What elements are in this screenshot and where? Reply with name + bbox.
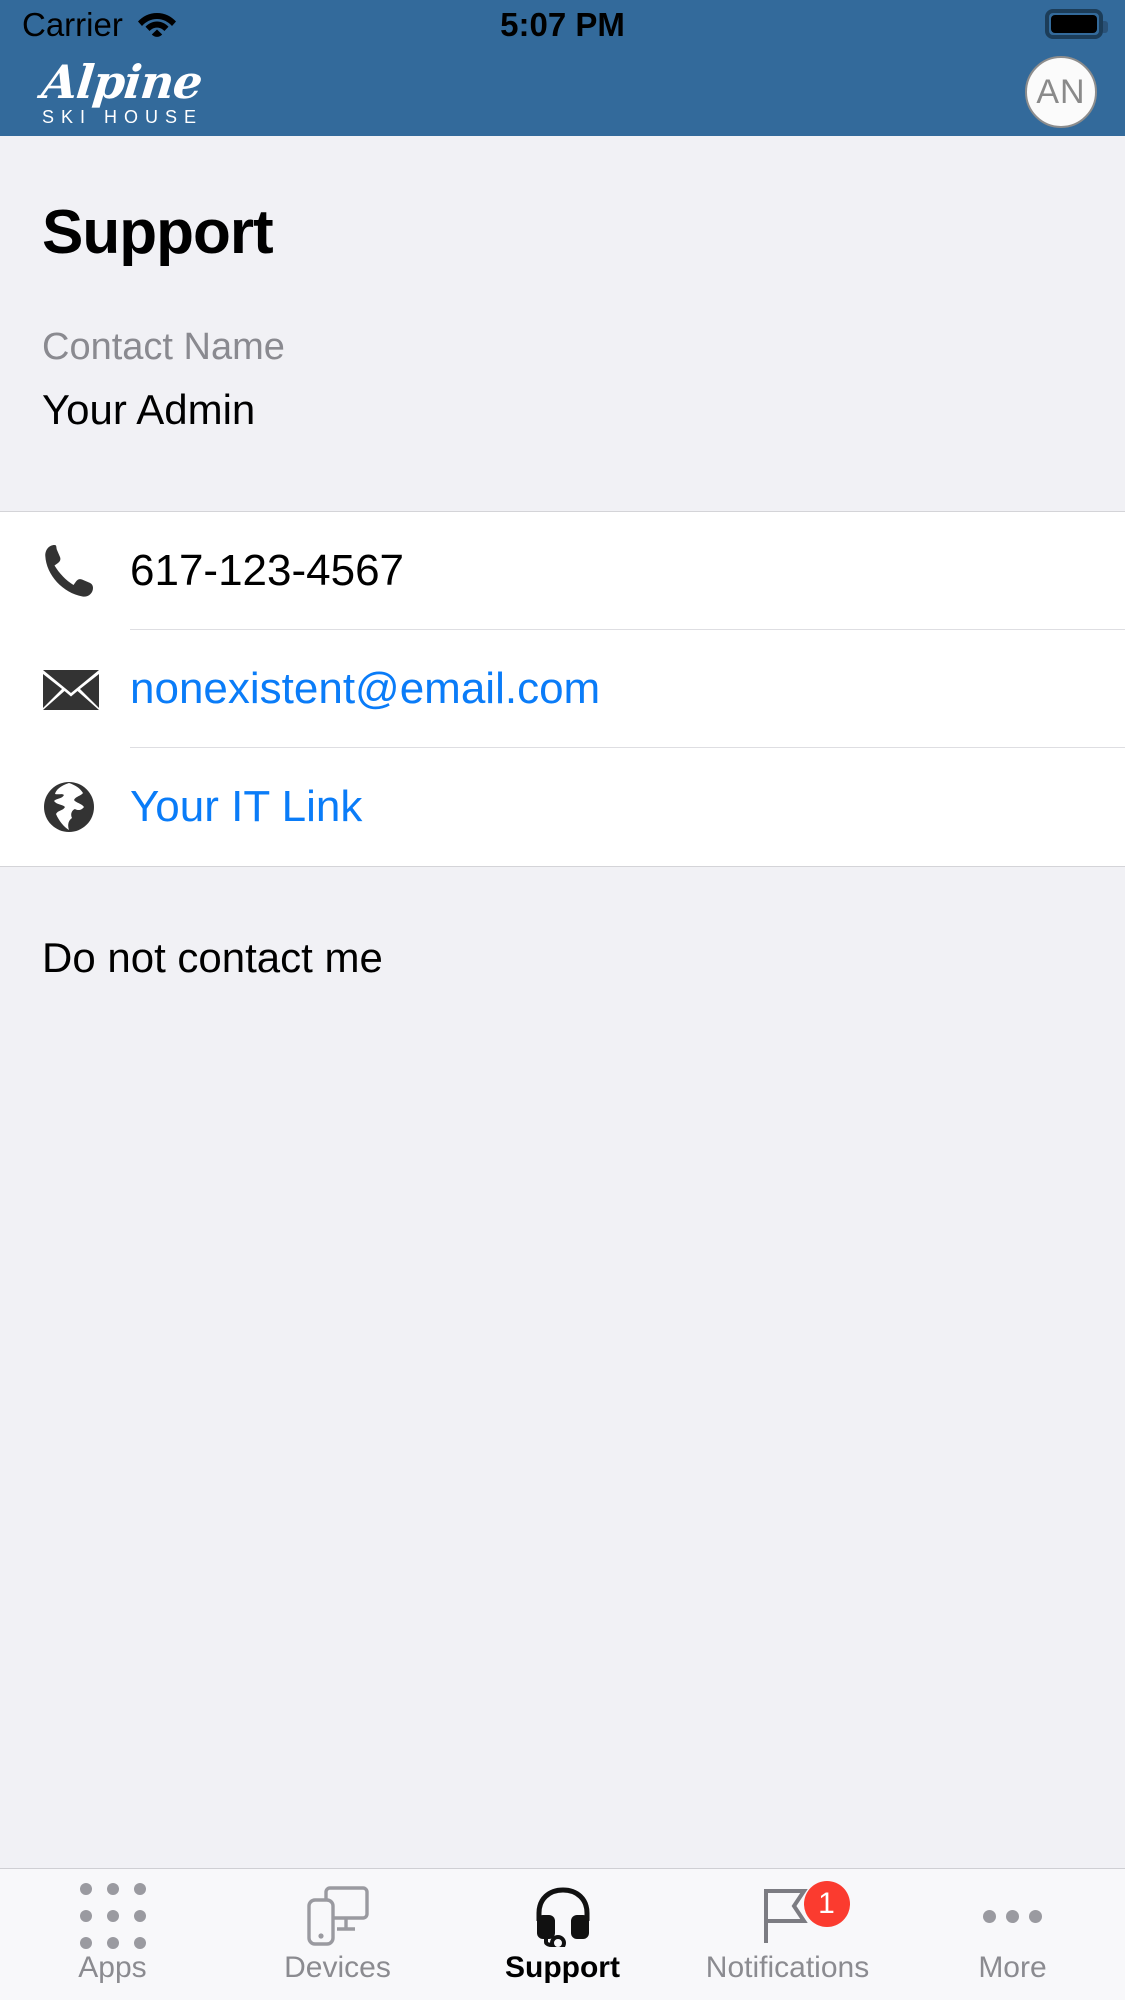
ellipsis-icon: [983, 1885, 1042, 1947]
flag-icon: 1: [756, 1881, 850, 1947]
contact-name-label: Contact Name: [42, 326, 285, 369]
globe-icon: [42, 780, 130, 834]
phone-number-value[interactable]: 617-123-4567: [130, 546, 404, 595]
page-content: Support Contact Name Your Admin 617-123-…: [0, 136, 1125, 1868]
tab-notifications[interactable]: 1 Notifications: [675, 1869, 900, 2000]
contact-name-value: Your Admin: [42, 385, 256, 433]
headset-icon: [533, 1885, 593, 1947]
battery-fill: [1051, 15, 1097, 33]
app-root: Carrier 5:07 PM Alpine SKI HOUSE AN Supp…: [0, 0, 1125, 2000]
brand-logo-script: Alpine: [39, 54, 205, 109]
contact-name-field: Contact Name Your Admin: [0, 265, 1125, 435]
status-bar-clock: 5:07 PM: [500, 5, 625, 43]
website-link[interactable]: Your IT Link: [130, 782, 362, 831]
nav-bar: Alpine SKI HOUSE AN: [0, 48, 1125, 136]
tab-bar: Apps Devices Support 1 Notifications Mor…: [0, 1868, 1125, 2000]
contact-row-website[interactable]: Your IT Link: [0, 748, 1125, 866]
apps-grid-icon: [79, 1883, 146, 1949]
tab-more[interactable]: More: [900, 1869, 1125, 2000]
contact-methods-card: 617-123-4567 nonexistent@email.com Your …: [0, 511, 1125, 868]
status-bar-right: [1045, 9, 1108, 39]
envelope-icon: [42, 667, 130, 711]
devices-icon: [306, 1885, 370, 1947]
battery-full-icon: [1045, 9, 1108, 39]
tab-apps[interactable]: Apps: [0, 1869, 225, 2000]
do-not-contact-label[interactable]: Do not contact me: [42, 933, 1083, 983]
brand-logo-subtitle: SKI HOUSE: [42, 106, 204, 127]
do-not-contact-section: Do not contact me: [0, 867, 1125, 1868]
avatar[interactable]: AN: [1025, 56, 1097, 128]
tab-apps-label: Apps: [78, 1951, 147, 1984]
phone-icon: [42, 542, 130, 600]
tab-devices[interactable]: Devices: [225, 1869, 450, 2000]
status-bar: Carrier 5:07 PM: [0, 0, 1125, 48]
avatar-initials: AN: [1036, 72, 1086, 111]
notifications-badge: 1: [803, 1881, 850, 1927]
tab-support[interactable]: Support: [450, 1869, 675, 2000]
contact-row-phone[interactable]: 617-123-4567: [0, 512, 1125, 631]
page-title: Support: [42, 198, 274, 267]
tab-notifications-label: Notifications: [705, 1951, 870, 1984]
brand-logo[interactable]: Alpine SKI HOUSE: [39, 54, 205, 127]
tab-support-label: Support: [505, 1951, 620, 1984]
email-link[interactable]: nonexistent@email.com: [130, 664, 600, 713]
contact-row-email[interactable]: nonexistent@email.com: [0, 630, 1125, 749]
tab-devices-label: Devices: [284, 1951, 391, 1984]
tab-more-label: More: [978, 1951, 1047, 1984]
battery-cap: [1103, 21, 1108, 33]
